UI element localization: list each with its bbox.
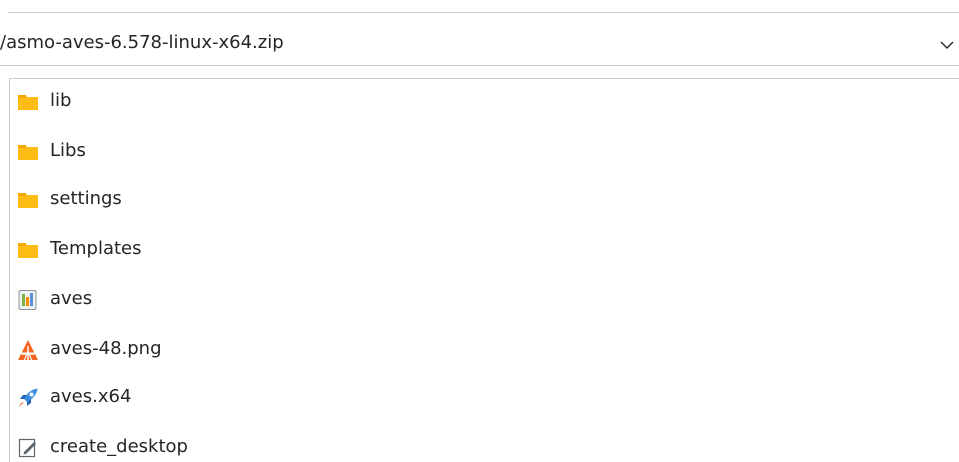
file-name: Libs [50, 140, 86, 161]
file-name: Templates [50, 238, 142, 259]
application-icon [17, 289, 39, 311]
executable-rocket-icon [17, 387, 39, 409]
file-row-aves-x64[interactable]: aves.x64 [10, 378, 950, 418]
file-name: aves [50, 288, 93, 309]
file-row-create-desktop[interactable]: create_desktop [10, 428, 950, 462]
top-divider [8, 12, 959, 13]
location-path-text: /asmo-aves-6.578-linux-x64.zip [0, 32, 284, 53]
file-list[interactable]: lib Libs settings Templates aves aves-48… [9, 78, 959, 462]
file-row-aves-48-png[interactable]: aves-48.png [10, 330, 950, 370]
file-row-templates[interactable]: Templates [10, 230, 950, 270]
chevron-down-icon[interactable] [936, 34, 958, 56]
file-name: aves.x64 [50, 386, 132, 407]
folder-icon [17, 239, 39, 261]
file-row-settings[interactable]: settings [10, 180, 950, 220]
folder-icon [17, 189, 39, 211]
image-file-icon [17, 339, 39, 361]
file-name: settings [50, 188, 122, 209]
file-row-lib[interactable]: lib [10, 82, 950, 122]
file-row-aves[interactable]: aves [10, 280, 950, 320]
file-name: aves-48.png [50, 338, 162, 359]
script-file-icon [17, 437, 39, 459]
folder-icon [17, 91, 39, 113]
location-path-combobox[interactable]: /asmo-aves-6.578-linux-x64.zip [0, 26, 959, 66]
file-name: create_desktop [50, 436, 188, 457]
folder-icon [17, 141, 39, 163]
file-name: lib [50, 90, 72, 111]
file-row-libs[interactable]: Libs [10, 132, 950, 172]
